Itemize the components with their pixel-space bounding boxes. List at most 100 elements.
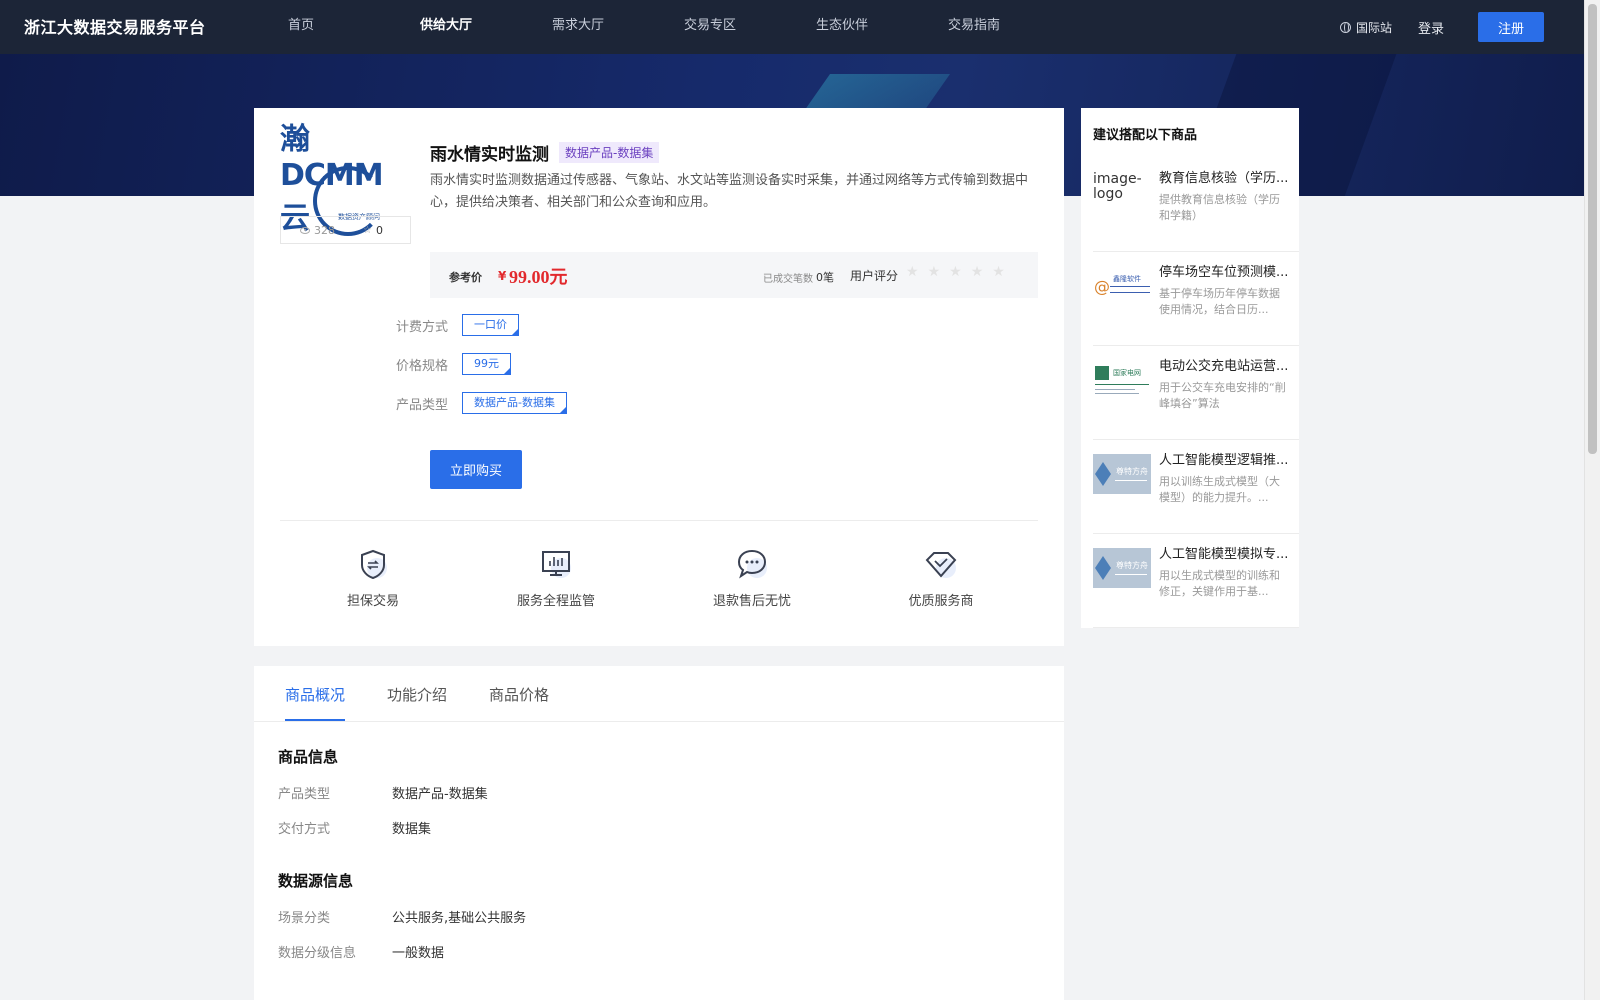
details-tabs: 商品概况 功能介绍 商品价格: [254, 666, 1064, 722]
view-count: 328: [300, 224, 335, 237]
spec-row-billing: 计费方式 一口价: [396, 314, 519, 336]
recommendation-item[interactable]: 国家电网 电动公交充电站运营... 用于公交车充电安排的“削峰填谷”算法: [1093, 346, 1299, 440]
goods-info-title: 商品信息: [278, 748, 339, 766]
spec-label: 产品类型: [396, 397, 449, 413]
recommendation-desc: 基于停车场历年停车数据使用情况，结合日历...: [1159, 287, 1280, 316]
recommendation-item[interactable]: 尊特方舟 人工智能模型模拟专... 用以生成式模型的训练和修正，关键作用于基..…: [1093, 534, 1299, 628]
nav-item-supply-hall[interactable]: 供给大厅: [402, 0, 534, 54]
recommendation-thumbnail: 国家电网: [1093, 360, 1151, 400]
feature-refund-aftersale: 退款售后无忧: [692, 548, 812, 609]
product-logo: 瀚DCMM云 数据资产顾问: [280, 122, 410, 236]
feature-label: 担保交易: [346, 594, 399, 609]
info-label: 数据分级信息: [278, 946, 357, 961]
product-description: 雨水情实时监测数据通过传感器、气象站、水文站等监测设备实时采集，并通过网络等方式…: [430, 173, 1029, 210]
favorite-count-value: 0: [375, 223, 383, 237]
info-label: 交付方式: [278, 822, 331, 837]
feature-label: 服务全程监管: [516, 594, 595, 609]
price-currency: ¥: [498, 269, 507, 283]
scrollbar-thumb[interactable]: [1588, 4, 1597, 454]
feature-full-supervision: 服务全程监管: [496, 548, 616, 609]
price-value: 99.00元: [509, 267, 568, 287]
star-icon: ★: [906, 264, 919, 280]
info-label: 场景分类: [278, 911, 331, 926]
favorite-count[interactable]: ☆ 0: [363, 224, 383, 237]
info-value: 公共服务,基础公共服务: [392, 911, 527, 926]
recommendation-name: 停车场空车位预测模...: [1159, 265, 1289, 280]
spec-row-product-type: 产品类型 数据产品-数据集: [396, 392, 567, 414]
international-site-link[interactable]: 国际站: [1339, 19, 1392, 36]
feature-label: 优质服务商: [908, 594, 974, 609]
buy-now-button[interactable]: 立即购买: [430, 450, 522, 489]
register-button[interactable]: 注册: [1478, 12, 1544, 42]
svg-text:@: @: [1094, 277, 1110, 296]
spec-option-billing[interactable]: 一口价: [462, 314, 519, 336]
recommendation-item[interactable]: image-logo 教育信息核验（学历... 提供教育信息核验（学历和学籍）: [1093, 158, 1299, 252]
deal-count-label: 已成交笔数: [763, 274, 813, 285]
tab-overview[interactable]: 商品概况: [285, 684, 346, 721]
tab-features[interactable]: 功能介绍: [387, 684, 447, 719]
nav-item-trade-zone[interactable]: 交易专区: [666, 0, 798, 54]
recommendation-name: 教育信息核验（学历...: [1159, 171, 1289, 186]
recommendation-name: 人工智能模型逻辑推...: [1159, 453, 1289, 468]
star-icon: ★: [927, 264, 941, 280]
product-details-card: 商品概况 功能介绍 商品价格 商品信息 产品类型 数据产品-数据集 交付方式 数…: [254, 666, 1064, 1000]
broken-image-thumbnail: image-logo: [1093, 172, 1151, 212]
top-navigation: 浙江大数据交易服务平台 首页 供给大厅 需求大厅 交易专区 生态伙伴 交易指南 …: [0, 0, 1584, 54]
login-link[interactable]: 登录: [1418, 18, 1444, 37]
recommendation-desc: 提供教育信息核验（学历和学籍）: [1159, 193, 1280, 222]
shield-exchange-icon: [361, 549, 387, 580]
price-bar: 参考价 ¥ 99.00元 已成交笔数 0笔 用户评分 ★ ★ ★ ★ ★: [430, 252, 1038, 298]
main-menu: 首页 供给大厅 需求大厅 交易专区 生态伙伴 交易指南: [270, 0, 1062, 54]
international-site-label: 国际站: [1355, 20, 1392, 35]
feature-quality-provider: 优质服务商: [881, 548, 1001, 609]
thumbnail-brand: 尊特方舟: [1116, 467, 1148, 476]
spec-label: 价格规格: [396, 358, 449, 374]
thumbnail-brand: 尊特方舟: [1116, 561, 1148, 570]
recommendations-panel: 建议搭配以下商品 image-logo 教育信息核验（学历... 提供教育信息核…: [1081, 108, 1299, 628]
nav-item-demand-hall[interactable]: 需求大厅: [534, 0, 666, 54]
state-grid-logo-icon: [1095, 366, 1149, 394]
deal-count-value: 0笔: [816, 271, 834, 284]
nav-item-home[interactable]: 首页: [270, 0, 402, 54]
view-count-value: 328: [314, 223, 335, 237]
star-icon: ★: [970, 264, 984, 280]
feature-label: 退款售后无忧: [712, 594, 791, 609]
xinlong-logo-icon: @: [1094, 277, 1150, 296]
image-alt-text: image-logo: [1093, 172, 1142, 202]
recommendation-item[interactable]: @ 鑫隆软件 停车场空车位预测模... 基于停车场历年停车数据使用情况，结合日历…: [1093, 252, 1299, 346]
recommendation-desc: 用以训练生成式模型（大模型）的能力提升。...: [1159, 475, 1280, 504]
eye-icon: [300, 226, 310, 234]
spec-option-type[interactable]: 数据产品-数据集: [462, 392, 567, 414]
product-card: 瀚DCMM云 数据资产顾问 328 ☆ 0 雨水情实时监测 数据产品-数据集 雨…: [254, 108, 1064, 646]
info-row: 交付方式 数据集: [278, 818, 431, 837]
star-outline-icon: ☆: [363, 224, 372, 236]
thumbnail-brand: 国家电网: [1113, 369, 1141, 377]
tab-pricing[interactable]: 商品价格: [489, 684, 549, 719]
chat-bubble-icon: [737, 549, 767, 579]
globe-icon: [1339, 21, 1351, 33]
star-icon: ★: [949, 264, 962, 280]
nav-item-trade-guide[interactable]: 交易指南: [930, 0, 1062, 54]
price-label: 参考价: [449, 271, 482, 284]
spec-option-price[interactable]: 99元: [462, 353, 511, 375]
info-value: 数据产品-数据集: [392, 787, 488, 802]
recommendations-title: 建议搭配以下商品: [1093, 128, 1198, 143]
info-row: 数据分级信息 一般数据: [278, 942, 444, 961]
page-scrollbar[interactable]: [1584, 0, 1600, 1000]
source-info-title: 数据源信息: [278, 872, 354, 890]
product-title: 雨水情实时监测: [430, 145, 549, 165]
recommendation-name: 电动公交充电站运营...: [1159, 359, 1289, 374]
product-title-row: 雨水情实时监测 数据产品-数据集: [430, 140, 660, 165]
recommendation-thumbnail: @ 鑫隆软件: [1093, 266, 1151, 306]
recommendation-desc: 用于公交车充电安排的“削峰填谷”算法: [1159, 381, 1286, 410]
recommendation-thumbnail: 尊特方舟: [1093, 454, 1151, 494]
info-value: 数据集: [392, 822, 432, 837]
nav-item-partners[interactable]: 生态伙伴: [798, 0, 930, 54]
star-icon: ★: [992, 264, 1005, 280]
monitor-chart-icon: [542, 551, 571, 578]
thumbnail-brand: 鑫隆软件: [1113, 275, 1141, 283]
product-stats: 328 ☆ 0: [280, 216, 411, 244]
info-label: 产品类型: [278, 787, 331, 802]
site-brand[interactable]: 浙江大数据交易服务平台: [24, 14, 206, 38]
recommendation-item[interactable]: 尊特方舟 人工智能模型逻辑推... 用以训练生成式模型（大模型）的能力提升。..…: [1093, 440, 1299, 534]
